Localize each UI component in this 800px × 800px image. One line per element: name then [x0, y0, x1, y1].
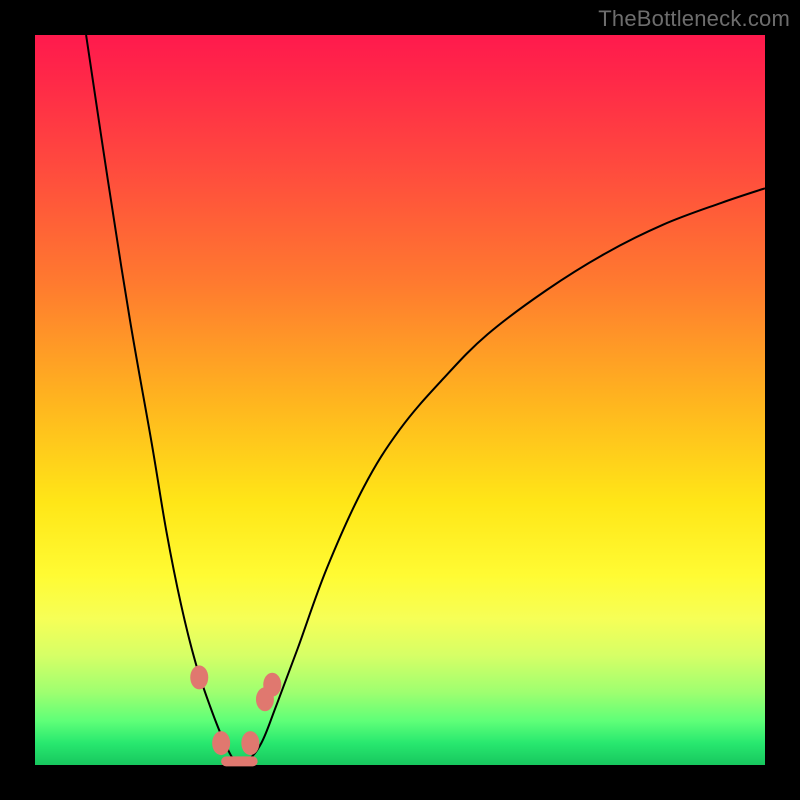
curve-marker: [263, 673, 281, 697]
plot-area: [35, 35, 765, 765]
curve-marker: [212, 731, 230, 755]
chart-svg: [35, 35, 765, 765]
curve-markers: [190, 665, 281, 766]
curve-marker: [241, 731, 259, 755]
bottleneck-curve: [86, 35, 765, 764]
curve-flat-bottom: [221, 756, 258, 766]
chart-frame: TheBottleneck.com: [0, 0, 800, 800]
watermark-text: TheBottleneck.com: [598, 6, 790, 32]
curve-marker: [190, 665, 208, 689]
